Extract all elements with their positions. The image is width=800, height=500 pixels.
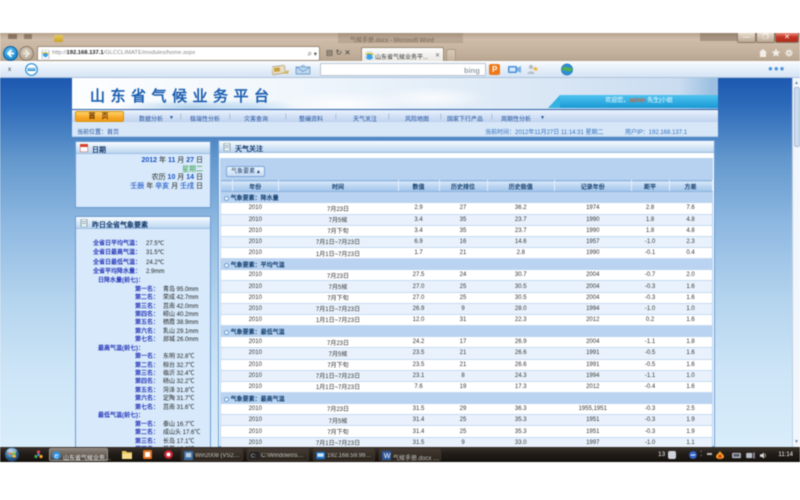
- svg-text:e: e: [54, 451, 58, 460]
- svg-text:C:: C:: [251, 453, 256, 459]
- svg-text:W: W: [384, 451, 391, 460]
